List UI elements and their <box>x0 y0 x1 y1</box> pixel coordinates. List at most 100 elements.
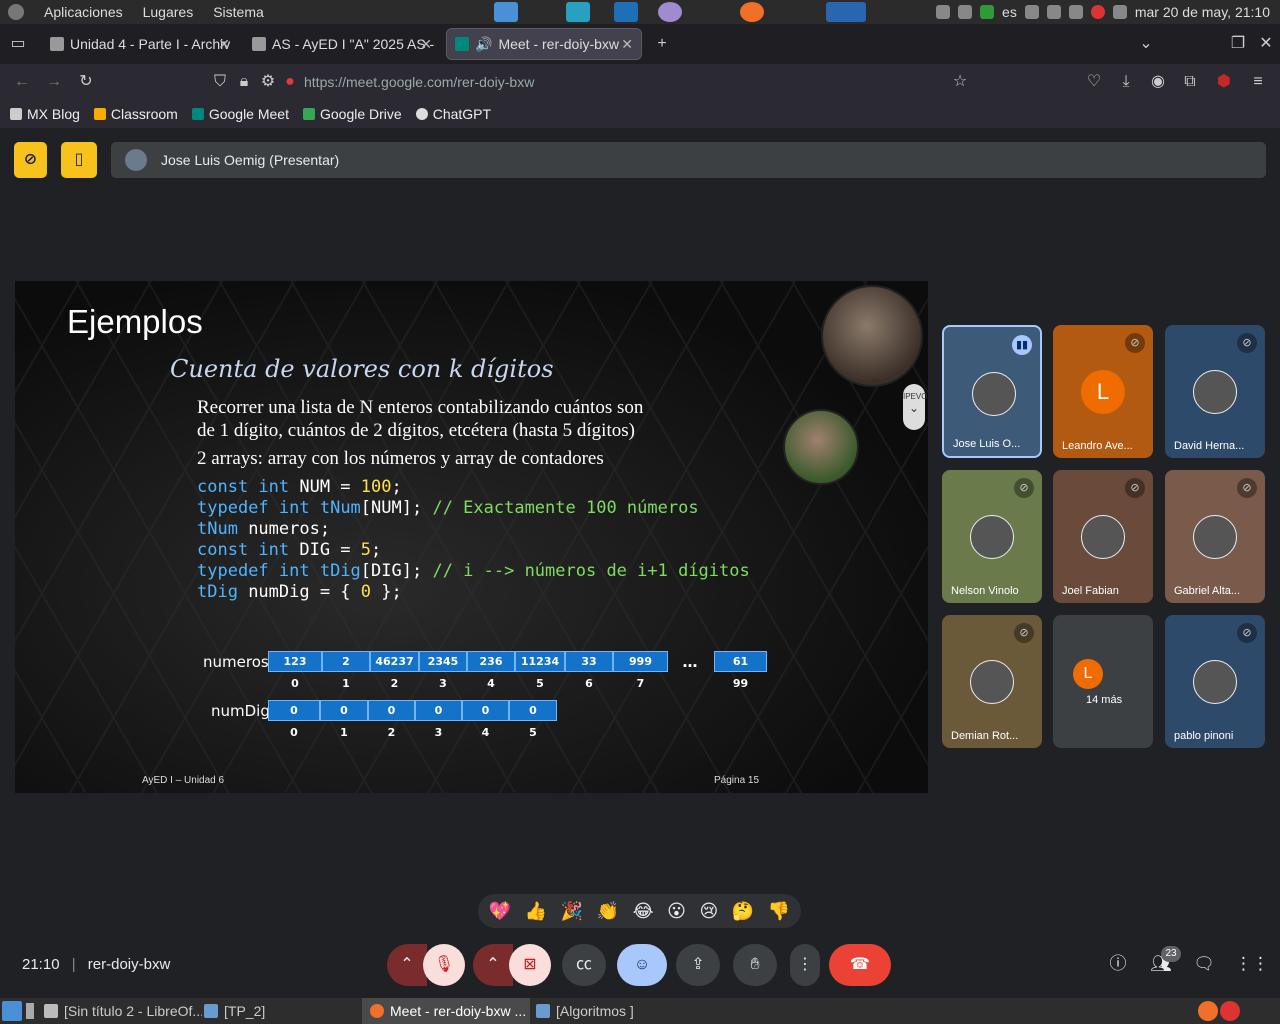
tab-unidad4[interactable]: Unidad 4 - Parte I - Archiv ✕ <box>42 28 238 60</box>
participant-tile[interactable]: ⊘ Demian Rot... <box>942 615 1042 748</box>
reaction-emoji[interactable]: 💖 <box>489 901 511 922</box>
keyboard-layout[interactable]: es <box>1002 4 1017 20</box>
account-icon[interactable]: ◉ <box>1148 72 1168 92</box>
files-launcher-icon[interactable] <box>494 2 518 22</box>
leave-call-button[interactable]: ☎ <box>829 944 891 986</box>
reaction-emoji[interactable]: 🎉 <box>561 901 583 922</box>
reaction-emoji[interactable]: 🤔 <box>732 901 754 922</box>
volume-tray-icon-2[interactable] <box>1046 5 1061 19</box>
bookmark-classroom[interactable]: Classroom <box>93 106 178 122</box>
reaction-emoji[interactable]: 😢 <box>699 901 718 922</box>
app-launcher-icon[interactable] <box>658 2 682 22</box>
reaction-emoji[interactable]: 😮 <box>667 901 686 922</box>
tab-ayed[interactable]: AS - AyED I "A" 2025 AS - ✕ <box>244 28 440 60</box>
bookmark-google-meet[interactable]: Google Meet <box>191 106 289 122</box>
clock[interactable]: mar 20 de may, 21:10 <box>1135 4 1270 20</box>
tab-overflow-chevron-icon[interactable]: ⌄ <box>1136 34 1156 54</box>
presenter-name: Jose Luis Oemig (Presentar) <box>161 152 340 168</box>
code-line: tDig numDig = { 0 }; <box>197 582 402 602</box>
bookmark-chatgpt[interactable]: ChatGPT <box>415 106 492 122</box>
audio-options-button[interactable]: ⌃ <box>387 944 427 986</box>
raise-hand-button[interactable]: ✋︎ <box>733 944 777 986</box>
bookmark-star-icon[interactable]: ☆ <box>950 72 970 92</box>
taskbar-item-libreoffice[interactable]: [Sin título 2 - LibreOf... <box>36 998 202 1024</box>
new-tab-button[interactable]: + <box>652 34 672 54</box>
workspace-icon[interactable] <box>26 1003 34 1019</box>
eject-icon[interactable] <box>1068 5 1083 19</box>
tab-list-icon[interactable]: ▭ <box>8 34 28 54</box>
bookmark-google-drive[interactable]: Google Drive <box>303 106 402 122</box>
captions-button[interactable]: ㏄ <box>562 944 606 986</box>
participant-name: Jose Luis O... <box>953 438 1021 450</box>
bookmark-label: ChatGPT <box>432 106 492 122</box>
taskbar-item-meet[interactable]: Meet - rer-doiy-bxw ... <box>362 998 530 1024</box>
network-icon[interactable] <box>1112 5 1127 19</box>
meeting-code: rer-doiy-bxw <box>87 956 171 973</box>
taskbar-item-algoritmos[interactable]: [Algoritmos ] <box>528 998 696 1024</box>
screen-launcher-icon[interactable] <box>566 2 590 22</box>
participant-tile[interactable]: L 14 más <box>1053 615 1153 748</box>
tomato-tray-icon[interactable] <box>1220 1001 1240 1021</box>
emoji-button[interactable]: ☺ <box>617 944 667 986</box>
participant-avatar <box>1193 660 1237 704</box>
close-icon[interactable]: ✕ <box>621 36 633 53</box>
participant-tile[interactable]: ⊘ David Herna... <box>1165 325 1265 458</box>
participant-tile[interactable]: ⊘ Nelson Vinolo <box>942 470 1042 603</box>
video-options-button[interactable]: ⌃ <box>473 944 513 986</box>
close-window-icon[interactable]: ✕ <box>1256 34 1276 54</box>
close-icon[interactable]: ✕ <box>218 36 230 53</box>
reload-icon[interactable]: ↻ <box>76 72 96 92</box>
ublock-icon[interactable]: ⬢ <box>1214 72 1234 92</box>
present-button[interactable]: ⇪ <box>676 944 720 986</box>
participant-tile[interactable]: ▮▮ Jose Luis O... <box>942 325 1042 458</box>
bookmark-mx-blog[interactable]: MX Blog <box>10 106 80 122</box>
captions-off-button[interactable]: ⊘ <box>14 142 47 178</box>
reaction-emoji[interactable]: 😂 <box>633 901 654 922</box>
back-icon[interactable]: ← <box>12 72 32 92</box>
camera-off-button[interactable]: ⊠ <box>509 944 551 986</box>
ipevo-control[interactable]: IPEVO ⌄ <box>903 384 927 430</box>
mic-off-button[interactable]: 🎙︎ <box>423 944 465 986</box>
reaction-emoji[interactable]: 👍 <box>525 901 547 922</box>
activities-icon[interactable]: ⋮⋮ <box>1235 952 1269 976</box>
close-icon[interactable]: ✕ <box>420 36 432 53</box>
mic-tray-icon[interactable] <box>936 5 951 19</box>
vscode-launcher-icon[interactable] <box>614 2 638 22</box>
participant-tile[interactable]: ⊘ Gabriel Alta... <box>1165 470 1265 603</box>
reaction-emoji[interactable]: 👎 <box>768 901 790 922</box>
app-tray-icon[interactable] <box>980 5 995 19</box>
participant-tile[interactable]: L ⊘ Leandro Ave... <box>1053 325 1153 458</box>
firefox-tray-icon[interactable] <box>1198 1001 1218 1021</box>
slide-title: Ejemplos <box>67 303 203 340</box>
hamburger-menu-icon[interactable]: ≡ <box>1248 72 1268 92</box>
presenter-banner[interactable]: Jose Luis Oemig (Presentar) <box>111 142 1266 178</box>
chevron-down-icon[interactable]: ⌄ <box>903 401 925 415</box>
volume-tray-icon[interactable] <box>958 5 973 19</box>
more-options-button[interactable]: ⋮ <box>790 944 820 986</box>
taskbar-item-tp2[interactable]: [TP_2] <box>196 998 326 1024</box>
speaker-icon[interactable]: 🔊 <box>475 36 492 53</box>
forward-icon[interactable]: → <box>44 72 64 92</box>
url-bar[interactable]: https://meet.google.com/rer-doiy-bxw <box>200 68 990 96</box>
apps-menu-icon[interactable] <box>8 4 24 20</box>
info-icon[interactable]: ⓘ <box>1106 952 1130 976</box>
restore-window-icon[interactable]: ❐ <box>1228 34 1248 54</box>
tab-meet[interactable]: 🔊 Meet - rer-doiy-bxw ✕ <box>446 28 642 60</box>
firefox-launcher-icon[interactable] <box>740 2 764 22</box>
pocket-icon[interactable]: ♡ <box>1084 72 1104 92</box>
participant-tile[interactable]: ⊘ pablo pinoni <box>1165 615 1265 748</box>
extensions-icon[interactable]: ⧉ <box>1180 72 1200 92</box>
menu-lugares[interactable]: Lugares <box>143 4 194 20</box>
people-icon[interactable]: 👥︎ 23 <box>1149 946 1181 976</box>
menu-aplicaciones[interactable]: Aplicaciones <box>44 4 123 20</box>
show-desktop-icon[interactable] <box>2 1001 22 1021</box>
mic-tray-icon-2[interactable] <box>1024 5 1039 19</box>
layout-button[interactable]: ▯ <box>61 142 97 178</box>
mic-muted-icon: ⊘ <box>1237 333 1257 353</box>
participant-tile[interactable]: ⊘ Joel Fabian <box>1053 470 1153 603</box>
chat-icon[interactable]: 🗨 <box>1192 952 1216 976</box>
menu-sistema[interactable]: Sistema <box>213 4 264 20</box>
tomato-icon[interactable] <box>1090 5 1105 19</box>
download-icon[interactable]: ⤓ <box>1116 72 1136 92</box>
reaction-emoji[interactable]: 👏 <box>597 901 619 922</box>
